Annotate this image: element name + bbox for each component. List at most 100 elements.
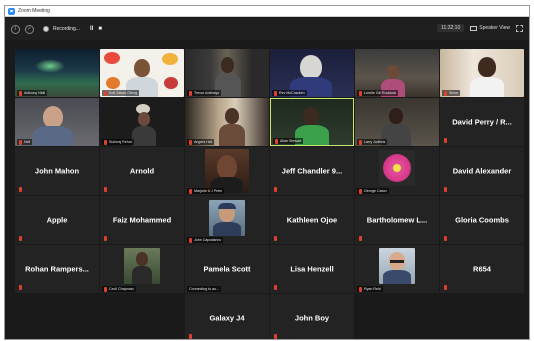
participant-tile[interactable]: Galaxy J4 bbox=[185, 294, 269, 339]
participant-tile[interactable]: Ryan Reid bbox=[355, 245, 439, 293]
mic-muted-icon bbox=[275, 138, 278, 144]
participant-tile[interactable]: Rohan Rampers... bbox=[15, 245, 99, 293]
participant-name: Kathleen Ojoe bbox=[286, 215, 338, 225]
participant-tile[interactable]: Jeff Chandler 9... bbox=[270, 147, 354, 195]
mic-muted-icon bbox=[104, 286, 107, 292]
participant-name: David Alexander bbox=[452, 166, 512, 176]
recording-status: Recording... bbox=[53, 26, 80, 32]
participant-tile[interactable]: George Caton bbox=[355, 147, 439, 195]
participant-tile[interactable]: David Alexander bbox=[440, 147, 524, 195]
mic-muted-icon bbox=[189, 90, 192, 96]
participant-tile[interactable]: Rev McCracken bbox=[270, 49, 354, 97]
meeting-toolbar: i ✓ Recording... II ■ 11:32:10 Speaker V… bbox=[5, 18, 529, 40]
participant-tile[interactable]: Cecil Chapman bbox=[100, 245, 184, 293]
participant-tile[interactable]: Sukhraj Rehal bbox=[100, 98, 184, 146]
mic-muted-icon bbox=[359, 188, 362, 194]
participant-tile[interactable]: Bartholomew L... bbox=[355, 196, 439, 244]
participant-name: Apple bbox=[46, 215, 68, 225]
participant-tile[interactable]: John Capodanno bbox=[185, 196, 269, 244]
mic-muted-icon bbox=[444, 138, 447, 143]
participant-caption: Steve bbox=[442, 90, 461, 96]
participant-tile[interactable]: John Mahon bbox=[15, 147, 99, 195]
info-icon[interactable]: i bbox=[11, 24, 20, 34]
record-icon bbox=[43, 26, 49, 32]
participant-caption: Rev McCracken bbox=[272, 90, 307, 96]
participant-caption: Larry Judkins bbox=[357, 139, 388, 145]
mic-muted-icon bbox=[19, 285, 22, 290]
participant-name: Jeff Chandler 9... bbox=[281, 166, 343, 176]
mic-muted-icon bbox=[274, 334, 277, 339]
mic-muted-icon bbox=[444, 187, 447, 192]
participant-tile[interactable]: R654 bbox=[440, 245, 524, 293]
stop-icon[interactable]: ■ bbox=[98, 26, 102, 32]
mic-muted-icon bbox=[189, 139, 192, 145]
meeting-timer: 11:32:10 bbox=[437, 24, 465, 32]
participant-video bbox=[379, 248, 415, 284]
pause-icon[interactable]: II bbox=[90, 26, 93, 32]
gallery-grid: Anthony Nkiti Kofi Zakari-Oteng Trevor A… bbox=[15, 49, 524, 339]
mic-muted-icon bbox=[444, 285, 447, 290]
participant-video bbox=[209, 200, 245, 236]
participant-tile[interactable]: Kofi Zakari-Oteng bbox=[100, 49, 184, 97]
participant-caption: Marjorie A J Peter bbox=[187, 188, 225, 194]
participant-name: John Boy bbox=[294, 313, 330, 323]
participant-tile[interactable]: David Perry / R... bbox=[440, 98, 524, 146]
mic-muted-icon bbox=[104, 236, 107, 241]
participant-video bbox=[379, 150, 415, 186]
participant-tile[interactable]: Angela Hall bbox=[185, 98, 269, 146]
participant-name: John Mahon bbox=[34, 166, 80, 176]
participant-name: Rohan Rampers... bbox=[25, 264, 89, 274]
participant-name: Arnold bbox=[129, 166, 155, 176]
participant-tile[interactable]: Larry Judkins bbox=[355, 98, 439, 146]
participant-caption: John Capodanno bbox=[187, 237, 224, 243]
mic-muted-icon bbox=[359, 236, 362, 241]
participant-caption: Cecil Chapman bbox=[102, 286, 136, 292]
participant-status: Connecting to au... bbox=[187, 286, 222, 292]
participant-name: Faiz Mohammed bbox=[112, 215, 172, 225]
participant-tile[interactable]: Faiz Mohammed bbox=[100, 196, 184, 244]
mic-muted-icon bbox=[274, 187, 277, 192]
participant-name: Pamela Scott bbox=[203, 264, 251, 274]
mic-muted-icon bbox=[359, 90, 362, 96]
mic-muted-icon bbox=[274, 285, 277, 290]
participant-caption: Kofi Zakari-Oteng bbox=[102, 90, 140, 96]
participant-tile[interactable]: Pamela Scott Connecting to au... bbox=[185, 245, 269, 293]
fullscreen-icon[interactable] bbox=[516, 24, 523, 32]
mic-muted-icon bbox=[104, 187, 107, 192]
zoom-logo-icon bbox=[8, 7, 15, 15]
mic-muted-icon bbox=[359, 286, 362, 292]
mic-muted-icon bbox=[104, 139, 107, 145]
mic-muted-icon bbox=[274, 90, 277, 96]
participant-tile-active-speaker[interactable]: Allan Stewart bbox=[270, 98, 354, 146]
window-title: Zoom Meeting bbox=[18, 8, 50, 14]
zoom-meeting-window: Zoom Meeting i ✓ Recording... II ■ 11:32… bbox=[4, 5, 530, 340]
participant-tile[interactable]: Trevor Adebayo bbox=[185, 49, 269, 97]
participant-tile[interactable]: Apple bbox=[15, 196, 99, 244]
participant-tile[interactable]: John Boy bbox=[270, 294, 354, 339]
participant-tile[interactable]: Neil bbox=[15, 98, 99, 146]
mic-muted-icon bbox=[359, 139, 362, 145]
participant-tile[interactable]: Steve bbox=[440, 49, 524, 97]
participant-caption: George Caton bbox=[357, 188, 389, 194]
shield-icon[interactable]: ✓ bbox=[25, 24, 34, 34]
participant-caption: Ryan Reid bbox=[357, 286, 383, 292]
mic-muted-icon bbox=[19, 139, 22, 145]
participant-tile[interactable]: Gloria Coombs bbox=[440, 196, 524, 244]
participant-tile[interactable]: Kathleen Ojoe bbox=[270, 196, 354, 244]
participant-tile[interactable]: Lisa Henzell bbox=[270, 245, 354, 293]
participant-video bbox=[205, 149, 249, 193]
mic-muted-icon bbox=[19, 236, 22, 241]
participant-name: Bartholomew L... bbox=[366, 215, 428, 225]
participant-caption: Anthony Nkiti bbox=[17, 90, 48, 96]
participant-name: Galaxy J4 bbox=[209, 313, 245, 323]
participant-tile[interactable]: Lorelle Gill Ruddock bbox=[355, 49, 439, 97]
participant-video bbox=[124, 248, 160, 284]
participant-tile[interactable]: Anthony Nkiti bbox=[15, 49, 99, 97]
participant-caption: Neil bbox=[17, 139, 33, 145]
participant-name: Gloria Coombs bbox=[455, 215, 509, 225]
mic-muted-icon bbox=[104, 90, 107, 96]
participant-tile[interactable]: Arnold bbox=[100, 147, 184, 195]
participant-tile[interactable]: Marjorie A J Peter bbox=[185, 147, 269, 195]
speaker-view-button[interactable]: Speaker View bbox=[470, 25, 510, 31]
mic-muted-icon bbox=[444, 236, 447, 241]
